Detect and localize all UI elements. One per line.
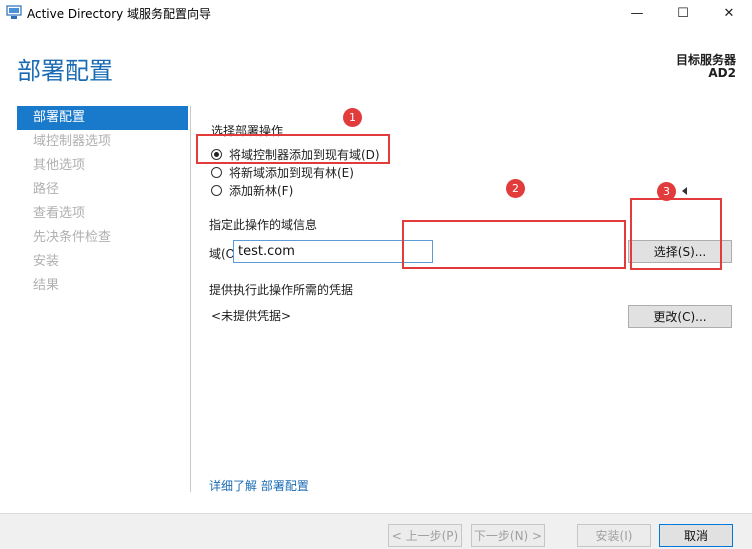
nav-item-results: 结果 (33, 278, 60, 293)
nav-item-review-options: 查看选项 (33, 206, 86, 221)
install-button[interactable]: 安装(I) (577, 524, 651, 547)
title-bar: Active Directory 域服务配置向导 — ☐ ✕ (0, 0, 752, 26)
radio-label: 添加新林(F) (229, 184, 294, 198)
annotation-badge-1: 1 (343, 108, 362, 127)
nav-item-deployment-config[interactable]: 部署配置 (17, 106, 188, 130)
radio-label: 将新域添加到现有林(E) (229, 166, 354, 180)
wizard-nav: 部署配置 域控制器选项 其他选项 路径 查看选项 先决条件检查 安装 结果 (17, 106, 188, 298)
annotation-box-1 (196, 134, 390, 164)
maximize-button[interactable]: ☐ (660, 0, 706, 26)
annotation-box-3 (630, 198, 722, 270)
page-title: 部署配置 (17, 57, 113, 85)
annotation-box-2 (402, 220, 626, 269)
server-manager-icon (6, 5, 22, 19)
maximize-icon: ☐ (677, 5, 689, 21)
cancel-button[interactable]: 取消 (659, 524, 733, 547)
window-title: Active Directory 域服务配置向导 (27, 7, 212, 21)
back-button[interactable]: < 上一步(P) (388, 524, 462, 547)
learn-more-link[interactable]: 详细了解 部署配置 (209, 477, 309, 494)
nav-item-dc-options: 域控制器选项 (33, 134, 112, 149)
nav-item-paths: 路径 (33, 182, 60, 197)
credentials-label: 提供执行此操作所需的凭据 (209, 283, 354, 297)
page-header: 部署配置 目标服务器 AD2 (0, 26, 752, 88)
close-button[interactable]: ✕ (706, 0, 752, 26)
domain-info-label: 指定此操作的域信息 (209, 218, 318, 232)
target-server-name: AD2 (708, 66, 736, 80)
credentials-value: <未提供凭据> (211, 309, 292, 323)
next-button[interactable]: 下一步(N) > (471, 524, 545, 547)
annotation-badge-2: 2 (506, 179, 525, 198)
wizard-footer: < 上一步(P) 下一步(N) > 安装(I) 取消 (0, 513, 752, 549)
change-credentials-button[interactable]: 更改(C)... (628, 305, 732, 328)
caret-left-icon (682, 187, 687, 195)
annotation-badge-3: 3 (657, 182, 676, 201)
radio-unselected-icon (211, 167, 222, 178)
radio-add-new-forest[interactable]: 添加新林(F) (211, 182, 293, 199)
close-icon: ✕ (723, 5, 735, 21)
nav-item-prerequisites: 先决条件检查 (33, 230, 112, 245)
radio-unselected-icon (211, 185, 222, 196)
minimize-icon: — (630, 5, 644, 21)
radio-add-new-domain-existing-forest[interactable]: 将新域添加到现有林(E) (211, 164, 354, 181)
nav-item-additional-options: 其他选项 (33, 158, 86, 173)
minimize-button[interactable]: — (614, 0, 660, 26)
nav-item-installation: 安装 (33, 254, 60, 269)
